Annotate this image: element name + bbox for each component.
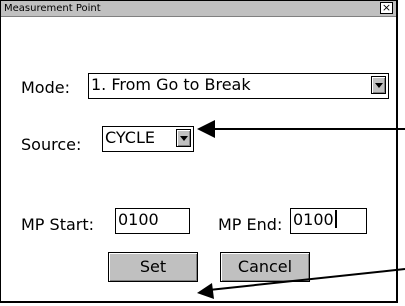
callout-arrow-icon — [197, 120, 405, 138]
annotation-arrows — [197, 120, 405, 299]
callout-arrow-icon — [197, 268, 405, 299]
